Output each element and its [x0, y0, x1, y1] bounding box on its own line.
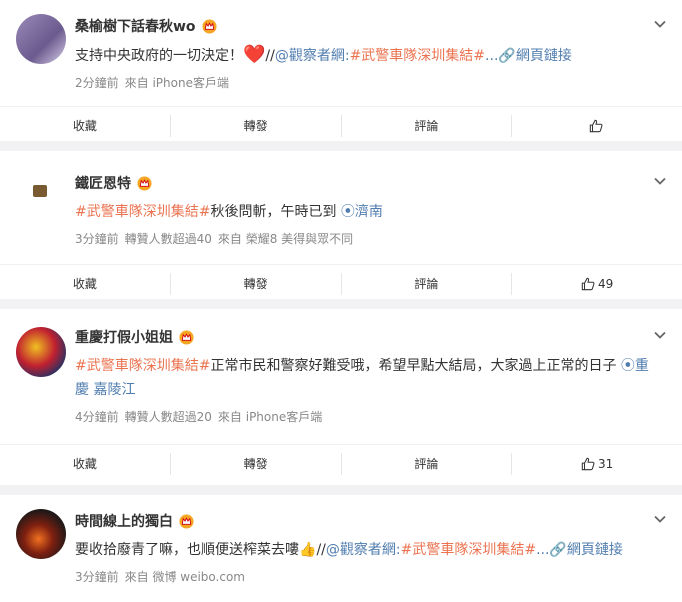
repost-label: 轉發 — [243, 119, 268, 133]
post-meta: 4分鐘前 轉贊人數超過20 來自 iPhone客戶端 — [75, 408, 662, 426]
source: 來自 iPhone客戶端 — [124, 76, 229, 90]
post-card: 時間線上的獨白 要收拾廢青了嘛，也順便送榨菜去嘍👍//@觀察者網:#武警車隊深圳… — [0, 495, 682, 602]
post-content: 正常市民和警察好難受哦，希望早點大結局，大家過上正常的日子 — [210, 358, 621, 374]
user-name[interactable]: 時間線上的獨白 — [75, 511, 173, 531]
post-meta: 2分鐘前 來自 iPhone客戶端 — [75, 74, 662, 92]
avatar[interactable] — [16, 509, 66, 559]
topic-link[interactable]: #武警車隊深圳集結# — [75, 358, 210, 374]
repost-button[interactable]: 轉發 — [169, 452, 341, 475]
post-card: 鐵匠恩特 #武警車隊深圳集結#秋後問斬，午時已到 ⦿濟南 3分鐘前 轉贊人數超過4… — [0, 151, 682, 299]
name-row: 時間線上的獨白 — [75, 509, 662, 533]
post-text: 支持中央政府的一切決定！❤️//@觀察者網:#武警車隊深圳集結#...🔗網頁鏈接 — [75, 43, 662, 68]
avatar[interactable] — [16, 327, 66, 377]
comment-button[interactable]: 評論 — [340, 452, 512, 475]
mention-link[interactable]: @觀察者網 — [326, 542, 396, 558]
repost-count-note: 轉贊人數超過40 — [124, 232, 212, 246]
avatar[interactable] — [33, 185, 47, 197]
user-name[interactable]: 鐵匠恩特 — [75, 173, 131, 193]
chevron-down-icon[interactable] — [652, 511, 668, 527]
name-row: 鐵匠恩特 — [75, 171, 662, 195]
post-content: 秋後問斬，午時已到 — [210, 204, 341, 220]
post-card: 桑榆樹下話春秋wo 支持中央政府的一切決定！❤️//@觀察者網:#武警車隊深圳集… — [0, 0, 682, 141]
web-link-icon: 🔗 — [549, 542, 567, 558]
thumbs-up-icon — [581, 277, 595, 290]
web-link[interactable]: 網頁鏈接 — [516, 48, 572, 64]
post-body: 鐵匠恩特 #武警車隊深圳集結#秋後問斬，午時已到 ⦿濟南 3分鐘前 轉贊人數超過4… — [0, 151, 682, 248]
crown-icon — [179, 329, 194, 345]
post-meta: 3分鐘前 來自 微博 weibo.com — [75, 568, 662, 586]
action-bar: 收藏 轉發 評論 49 — [0, 264, 682, 302]
thumbs-up-emoji: 👍 — [299, 542, 317, 558]
comment-button[interactable]: 評論 — [340, 272, 512, 295]
chevron-down-icon[interactable] — [652, 327, 668, 343]
post-content: 支持中央政府的一切決定！ — [75, 48, 243, 64]
comment-label: 評論 — [414, 119, 439, 133]
timestamp[interactable]: 3分鐘前 — [75, 570, 119, 584]
post-body: 桑榆樹下話春秋wo 支持中央政府的一切決定！❤️//@觀察者網:#武警車隊深圳集… — [0, 0, 682, 92]
crown-icon — [137, 175, 152, 191]
topic-link[interactable]: #武警車隊深圳集結# — [75, 204, 210, 220]
crown-icon — [179, 513, 194, 529]
repost-label: 轉發 — [243, 457, 268, 471]
comment-label: 評論 — [414, 457, 439, 471]
crown-icon — [202, 18, 217, 34]
post-body: 時間線上的獨白 要收拾廢青了嘛，也順便送榨菜去嘍👍//@觀察者網:#武警車隊深圳… — [0, 495, 682, 586]
like-button[interactable]: 49 — [511, 272, 682, 295]
post-body: 重慶打假小姐姐 #武警車隊深圳集結#正常市民和警察好難受哦，希望早點大結局，大家… — [0, 309, 682, 426]
timestamp[interactable]: 2分鐘前 — [75, 76, 119, 90]
like-count: 49 — [597, 276, 614, 291]
user-name[interactable]: 桑榆樹下話春秋wo — [75, 16, 196, 36]
source: 來自 iPhone客戶端 — [217, 410, 323, 424]
avatar[interactable] — [16, 14, 66, 64]
ellipsis: ... — [536, 542, 550, 558]
web-link-icon: 🔗 — [498, 48, 516, 64]
repost-separator: // — [265, 48, 275, 64]
source: 來自 微博 weibo.com — [124, 570, 245, 584]
web-link[interactable]: 網頁鏈接 — [567, 542, 623, 558]
timestamp[interactable]: 3分鐘前 — [75, 232, 119, 246]
chevron-down-icon[interactable] — [652, 173, 668, 189]
thumbs-up-icon — [581, 457, 595, 470]
like-button[interactable]: 31 — [511, 452, 682, 475]
topic-link[interactable]: #武警車隊深圳集結# — [350, 48, 485, 64]
name-row: 重慶打假小姐姐 — [75, 325, 662, 349]
action-bar: 收藏 轉發 評論 — [0, 106, 682, 144]
comment-button[interactable]: 評論 — [340, 114, 512, 137]
favorite-label: 收藏 — [72, 277, 97, 291]
favorite-button[interactable]: 收藏 — [0, 453, 170, 475]
repost-button[interactable]: 轉發 — [169, 114, 341, 137]
mention-link[interactable]: @觀察者網 — [275, 48, 345, 64]
topic-link[interactable]: #武警車隊深圳集結# — [401, 542, 536, 558]
timestamp[interactable]: 4分鐘前 — [75, 410, 119, 424]
post-content: 要收拾廢青了嘛，也順便送榨菜去嘍 — [75, 542, 299, 558]
source: 來自 榮耀8 美得與眾不同 — [217, 232, 354, 246]
repost-separator: // — [316, 542, 326, 558]
repost-button[interactable]: 轉發 — [169, 272, 341, 295]
post-text: #武警車隊深圳集結#秋後問斬，午時已到 ⦿濟南 — [75, 200, 662, 224]
ellipsis: ... — [485, 48, 499, 64]
location-link[interactable]: 濟南 — [355, 204, 383, 220]
post-meta: 3分鐘前 轉贊人數超過40 來自 榮耀8 美得與眾不同 — [75, 230, 662, 248]
favorite-label: 收藏 — [72, 457, 97, 471]
user-name[interactable]: 重慶打假小姐姐 — [75, 327, 173, 347]
repost-count-note: 轉贊人數超過20 — [124, 410, 212, 424]
action-bar: 收藏 轉發 評論 31 — [0, 444, 682, 482]
weibo-feed: 桑榆樹下話春秋wo 支持中央政府的一切決定！❤️//@觀察者網:#武警車隊深圳集… — [0, 0, 682, 602]
location-icon: ⦿ — [620, 358, 635, 374]
favorite-label: 收藏 — [72, 119, 97, 133]
thumbs-up-icon — [589, 119, 603, 132]
comment-label: 評論 — [414, 277, 439, 291]
favorite-button[interactable]: 收藏 — [0, 115, 170, 137]
post-card: 重慶打假小姐姐 #武警車隊深圳集結#正常市民和警察好難受哦，希望早點大結局，大家… — [0, 309, 682, 485]
chevron-down-icon[interactable] — [652, 16, 668, 32]
favorite-button[interactable]: 收藏 — [0, 273, 170, 295]
name-row: 桑榆樹下話春秋wo — [75, 14, 662, 38]
like-count: 31 — [597, 456, 614, 471]
post-text: #武警車隊深圳集結#正常市民和警察好難受哦，希望早點大結局，大家過上正常的日子 … — [75, 354, 662, 402]
repost-label: 轉發 — [243, 277, 268, 291]
post-text: 要收拾廢青了嘛，也順便送榨菜去嘍👍//@觀察者網:#武警車隊深圳集結#...🔗網… — [75, 538, 662, 562]
location-icon: ⦿ — [340, 204, 355, 220]
like-button[interactable] — [511, 114, 682, 137]
heart-emoji: ❤️ — [243, 44, 266, 65]
